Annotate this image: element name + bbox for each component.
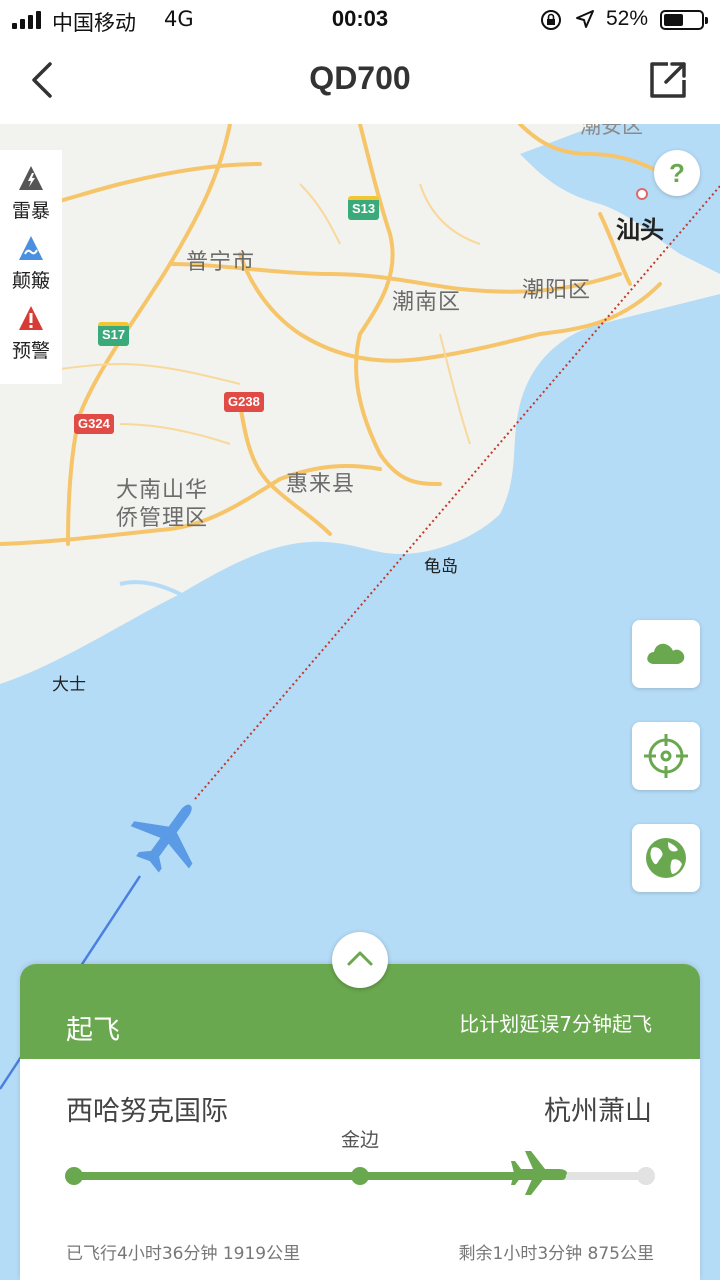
chevron-up-icon bbox=[347, 951, 373, 966]
map-label-huilai: 惠来县 bbox=[286, 472, 356, 497]
map-label-top: 潮安区 bbox=[580, 124, 643, 138]
help-button[interactable]: ? bbox=[654, 150, 700, 196]
turbulence-icon bbox=[19, 236, 43, 260]
map-label-guidao: 龟岛 bbox=[424, 557, 458, 577]
weather-layer-button[interactable] bbox=[632, 620, 700, 688]
remaining-summary: 剩余1小时3分钟 875公里 bbox=[458, 1244, 654, 1264]
lightning-icon bbox=[19, 166, 43, 190]
weather-legend: 雷暴 颠簸 预警 bbox=[0, 150, 62, 384]
back-icon[interactable] bbox=[22, 58, 66, 102]
map-label-chaonan: 潮南区 bbox=[392, 290, 462, 315]
map-label-puning: 普宁市 bbox=[186, 250, 256, 275]
delay-text: 比计划延误7分钟起飞 bbox=[459, 1012, 652, 1036]
battery-icon bbox=[660, 10, 708, 30]
warning-icon bbox=[19, 306, 43, 330]
globe-button[interactable] bbox=[632, 824, 700, 892]
locate-button[interactable] bbox=[632, 722, 700, 790]
flown-summary: 已飞行4小时36分钟 1919公里 bbox=[66, 1244, 301, 1264]
legend-label-turbulence: 颠簸 bbox=[11, 270, 50, 292]
road-shield-g238: G238 bbox=[224, 392, 264, 412]
status-bar: 中国移动 4G 00:03 52% bbox=[0, 0, 720, 40]
legend-label-warning: 预警 bbox=[11, 340, 50, 362]
road-shield-s17: S17 bbox=[98, 322, 130, 346]
stopover-dot bbox=[351, 1167, 369, 1185]
arrival-dot bbox=[637, 1167, 655, 1185]
legend-thunderstorm[interactable]: 雷暴 bbox=[0, 164, 62, 236]
map-label-danan-2: 侨管理区 bbox=[116, 506, 209, 531]
flight-status: 起飞 bbox=[66, 1015, 120, 1046]
arrival-airport: 杭州萧山 bbox=[544, 1096, 652, 1127]
map-label-dashi: 大士 bbox=[52, 675, 86, 695]
share-external-icon[interactable] bbox=[646, 58, 690, 102]
map-label-chaoyang: 潮阳区 bbox=[522, 278, 592, 303]
progress-fill bbox=[74, 1172, 566, 1180]
map-label-shantou: 汕头 bbox=[616, 216, 664, 244]
crosshair-icon bbox=[644, 734, 688, 778]
departure-dot bbox=[65, 1167, 83, 1185]
progress-plane-icon bbox=[511, 1151, 567, 1195]
flight-info-card[interactable]: 起飞 比计划延误7分钟起飞 西哈努克国际 杭州萧山 金边 已飞行4小时36分钟 … bbox=[20, 964, 700, 1280]
legend-warning[interactable]: 预警 bbox=[0, 304, 62, 376]
location-arrow-icon bbox=[576, 10, 594, 28]
stopover-airport: 金边 bbox=[340, 1129, 379, 1151]
battery-percent: 52% bbox=[606, 7, 649, 30]
road-shield-s13: S13 bbox=[348, 196, 380, 220]
rotation-lock-icon bbox=[541, 10, 561, 30]
card-body: 西哈努克国际 杭州萧山 金边 已飞行4小时36分钟 1919公里 剩余1小时3分… bbox=[20, 1059, 700, 1280]
road-shield-g324: G324 bbox=[74, 414, 114, 434]
nav-bar: QD700 bbox=[0, 40, 720, 124]
globe-icon bbox=[646, 838, 686, 878]
cloud-icon bbox=[647, 643, 685, 664]
legend-turbulence[interactable]: 颠簸 bbox=[0, 234, 62, 306]
flight-number-title: QD700 bbox=[309, 60, 411, 96]
expand-card-button[interactable] bbox=[332, 932, 388, 988]
departure-airport: 西哈努克国际 bbox=[66, 1096, 228, 1127]
legend-label-thunderstorm: 雷暴 bbox=[11, 200, 50, 222]
